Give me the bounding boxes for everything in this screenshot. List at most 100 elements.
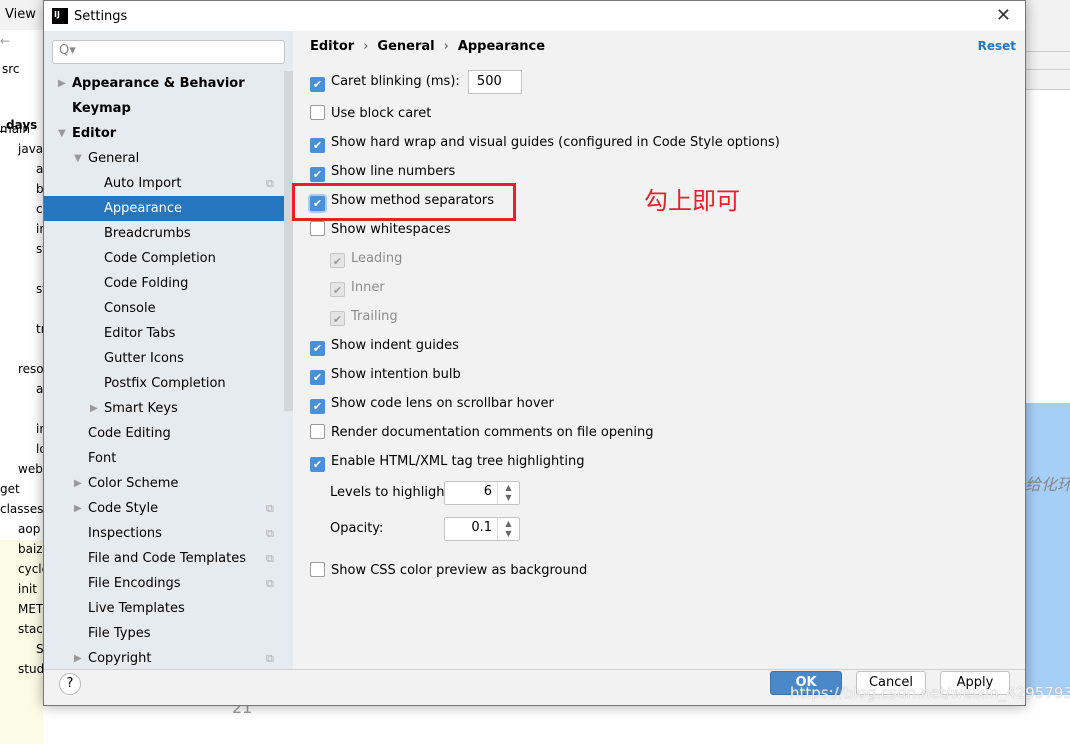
sidebar-item[interactable]: File Encodings ⧉: [44, 571, 293, 596]
breadcrumb-editor[interactable]: Editor: [310, 39, 354, 54]
checkbox-unchecked[interactable]: [310, 424, 325, 439]
chevron-down-icon[interactable]: ▼: [74, 146, 82, 171]
sidebar-item[interactable]: File Types: [44, 621, 293, 646]
settings-sidebar: Q▾ ▶ Appearance & Behavior Keymap ▼ Editor ▼ G…: [44, 31, 293, 669]
option-label: Inner: [351, 280, 385, 295]
breadcrumb-general[interactable]: General: [377, 39, 434, 54]
opacity-spinner[interactable]: 0.1 ▲ ▼: [444, 517, 520, 541]
reset-link[interactable]: Reset: [978, 39, 1016, 53]
sidebar-item[interactable]: ▼ Editor: [44, 121, 293, 146]
annotation-text: 勾上即可: [644, 187, 740, 215]
sidebar-item-label: Gutter Icons: [104, 351, 184, 366]
spinner-arrows-icon[interactable]: ▲ ▼: [497, 482, 519, 504]
chevron-right-icon[interactable]: ▶: [74, 471, 82, 496]
help-button[interactable]: ?: [59, 673, 81, 695]
option-row[interactable]: ✔ Inner: [330, 278, 385, 298]
ide-tree-item[interactable]: java: [18, 142, 43, 156]
chevron-right-icon[interactable]: ▶: [58, 71, 66, 96]
caret-blinking-input[interactable]: 500: [467, 69, 522, 94]
sidebar-item[interactable]: ▶ Smart Keys: [44, 396, 293, 421]
ide-tree-item[interactable]: reso: [18, 362, 44, 376]
checkbox-unchecked[interactable]: [310, 562, 325, 577]
checkbox-checked[interactable]: ✔: [310, 399, 325, 414]
opacity-label: Opacity:: [330, 521, 384, 536]
option-row[interactable]: ✔ Show code lens on scrollbar hover: [310, 394, 554, 414]
project-scope-icon: ⧉: [266, 552, 274, 565]
sidebar-item[interactable]: Console: [44, 296, 293, 321]
checkbox-checked[interactable]: ✔: [310, 457, 325, 472]
levels-spinner[interactable]: 6 ▲ ▼: [444, 481, 520, 505]
spinner-arrows-icon[interactable]: ▲ ▼: [497, 518, 519, 540]
checkbox-checked: ✔: [330, 282, 345, 297]
sidebar-item[interactable]: ▶ Code Style ⧉: [44, 496, 293, 521]
sidebar-item[interactable]: Live Templates: [44, 596, 293, 621]
chevron-right-icon[interactable]: ▶: [90, 396, 98, 421]
sidebar-item[interactable]: Appearance: [44, 196, 293, 221]
checkbox-checked[interactable]: ✔: [310, 138, 325, 153]
sidebar-item[interactable]: File and Code Templates ⧉: [44, 546, 293, 571]
option-row[interactable]: ✔ Enable HTML/XML tag tree highlighting: [310, 452, 584, 472]
menu-view[interactable]: View: [5, 7, 36, 22]
option-row[interactable]: ✔ Show hard wrap and visual guides (confi…: [310, 133, 780, 153]
option-row[interactable]: ✔ Leading: [330, 249, 402, 269]
checkbox-checked[interactable]: ✔: [310, 370, 325, 385]
path-src: src: [2, 62, 20, 76]
search-input[interactable]: Q▾: [52, 40, 285, 64]
editor-selection: 给化环: [1025, 403, 1070, 695]
ide-tree-item[interactable]: init: [18, 582, 37, 596]
sidebar-item[interactable]: ▶ Color Scheme: [44, 471, 293, 496]
close-icon[interactable]: ✕: [996, 5, 1011, 26]
option-row[interactable]: ✔ Show line numbers: [310, 162, 455, 182]
highlight-box: [292, 183, 516, 221]
sidebar-item[interactable]: Postfix Completion: [44, 371, 293, 396]
ide-tree-item[interactable]: get: [0, 482, 20, 496]
caret-blinking-option[interactable]: ✔ Caret blinking (ms): 500: [310, 69, 522, 95]
sidebar-item-label: File and Code Templates: [88, 551, 246, 566]
checkbox-checked[interactable]: ✔: [310, 77, 325, 92]
sidebar-item[interactable]: ▶ Copyright ⧉: [44, 646, 293, 671]
sidebar-item[interactable]: Code Folding: [44, 271, 293, 296]
ide-tree-item[interactable]: aop: [18, 522, 40, 536]
sidebar-item[interactable]: Font: [44, 446, 293, 471]
checkbox-checked[interactable]: ✔: [310, 167, 325, 182]
option-row[interactable]: ✔ Trailing: [330, 307, 398, 327]
sidebar-item-label: Font: [88, 451, 117, 466]
sidebar-item[interactable]: Auto Import ⧉: [44, 171, 293, 196]
option-label: Show indent guides: [331, 338, 459, 353]
sidebar-item[interactable]: Breadcrumbs: [44, 221, 293, 246]
option-row[interactable]: ✔ Show intention bulb: [310, 365, 461, 385]
option-label: Trailing: [351, 309, 398, 324]
sidebar-item[interactable]: Keymap: [44, 96, 293, 121]
ide-tree-item[interactable]: MET: [18, 602, 43, 616]
checkbox-checked[interactable]: ✔: [310, 341, 325, 356]
intellij-logo-icon: IJ: [52, 8, 68, 24]
dialog-title: Settings: [74, 9, 128, 24]
sidebar-item[interactable]: Inspections ⧉: [44, 521, 293, 546]
sidebar-item[interactable]: Gutter Icons: [44, 346, 293, 371]
sidebar-item-label: Inspections: [88, 526, 162, 541]
sidebar-item[interactable]: Editor Tabs: [44, 321, 293, 346]
sidebar-item-label: Appearance & Behavior: [72, 76, 245, 91]
chevron-down-icon[interactable]: ▼: [58, 121, 66, 146]
sidebar-item-label: Smart Keys: [104, 401, 178, 416]
option-row[interactable]: ✔ Show indent guides: [310, 336, 459, 356]
option-label: Show line numbers: [331, 164, 456, 179]
option-row[interactable]: Show whitespaces: [310, 220, 451, 240]
option-row[interactable]: Use block caret: [310, 104, 431, 124]
option-label: Leading: [351, 251, 403, 266]
sidebar-item[interactable]: Code Completion: [44, 246, 293, 271]
sidebar-item[interactable]: ▼ General: [44, 146, 293, 171]
ide-tree-item[interactable]: classes: [0, 502, 43, 516]
chevron-right-icon[interactable]: ▶: [74, 496, 82, 521]
checkbox-unchecked[interactable]: [310, 105, 325, 120]
sidebar-scrollbar[interactable]: [284, 71, 293, 411]
checkbox-unchecked[interactable]: [310, 221, 325, 236]
chevron-right-icon[interactable]: ▶: [74, 646, 82, 671]
sidebar-item[interactable]: Code Editing: [44, 421, 293, 446]
ide-tree-item[interactable]: baizi: [18, 542, 46, 556]
option-row[interactable]: Render documentation comments on file op…: [310, 423, 653, 443]
sidebar-item[interactable]: ▶ Appearance & Behavior: [44, 71, 293, 96]
option-label: Enable HTML/XML tag tree highlighting: [331, 454, 585, 469]
css-preview-option[interactable]: Show CSS color preview as background: [310, 561, 587, 581]
ide-tree-item[interactable]: main: [0, 122, 30, 136]
